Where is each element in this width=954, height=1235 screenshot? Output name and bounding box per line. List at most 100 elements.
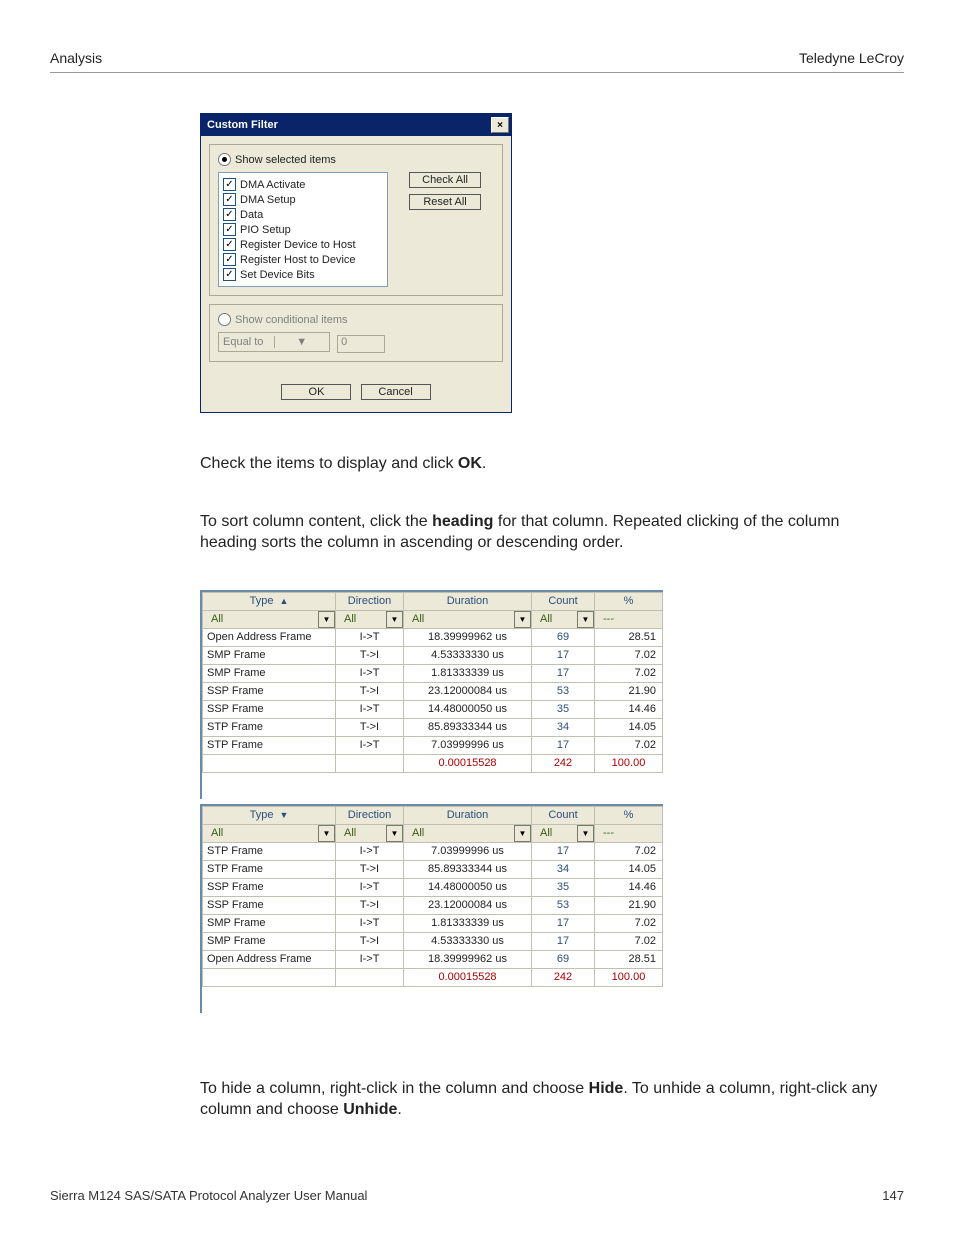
cell-duration: 4.53333330 us bbox=[404, 646, 532, 664]
cell-pct: 14.05 bbox=[595, 860, 663, 878]
table-row: STP FrameT->I85.89333344 us3414.05 bbox=[203, 860, 663, 878]
col-duration-header[interactable]: Duration bbox=[404, 806, 532, 824]
text: To sort column content, click the bbox=[200, 513, 432, 530]
cell-direction: T->I bbox=[336, 860, 404, 878]
total-count: 242 bbox=[532, 754, 595, 772]
chevron-down-icon: ▼ bbox=[514, 611, 531, 628]
chk-reg-dev-to-host[interactable]: ✓Register Device to Host bbox=[223, 237, 383, 252]
filter-pct: --- bbox=[595, 827, 662, 839]
cell-direction: I->T bbox=[336, 736, 404, 754]
total-pct: 100.00 bbox=[595, 754, 663, 772]
radio-show-conditional[interactable]: Show conditional items bbox=[218, 313, 494, 326]
chk-reg-host-to-dev[interactable]: ✓Register Host to Device bbox=[223, 252, 383, 267]
table-row: SMP FrameT->I4.53333330 us177.02 bbox=[203, 646, 663, 664]
filter-direction[interactable]: All▼ bbox=[336, 825, 403, 842]
filter-duration[interactable]: All▼ bbox=[404, 825, 531, 842]
cell-type: SMP Frame bbox=[203, 646, 336, 664]
table-row: STP FrameI->T7.03999996 us177.02 bbox=[203, 842, 663, 860]
cell-type: SSP Frame bbox=[203, 682, 336, 700]
sort-desc-icon: ▼ bbox=[273, 810, 288, 820]
cell-count: 35 bbox=[532, 700, 595, 718]
condition-operator-label: Equal to bbox=[219, 336, 274, 348]
cell-pct: 7.02 bbox=[595, 914, 663, 932]
cell-count: 35 bbox=[532, 878, 595, 896]
col-type-header[interactable]: Type▼ bbox=[203, 806, 336, 824]
chk-label: PIO Setup bbox=[240, 224, 291, 236]
cell-count: 17 bbox=[532, 646, 595, 664]
check-all-button[interactable]: Check All bbox=[409, 172, 481, 188]
grid-ascending: Type▲ Direction Duration Count % All▼ Al… bbox=[200, 590, 663, 799]
chk-pio-setup[interactable]: ✓PIO Setup bbox=[223, 222, 383, 237]
cell-duration: 85.89333344 us bbox=[404, 718, 532, 736]
text: Check the items to display and click bbox=[200, 455, 458, 472]
col-count-header[interactable]: Count bbox=[532, 806, 595, 824]
filter-type[interactable]: All▼ bbox=[203, 825, 335, 842]
chevron-down-icon: ▼ bbox=[318, 611, 335, 628]
grid-descending: Type▼ Direction Duration Count % All▼ Al… bbox=[200, 804, 663, 1013]
header-right: Teledyne LeCroy bbox=[799, 50, 904, 66]
filter-pct: --- bbox=[595, 613, 662, 625]
cell-pct: 28.51 bbox=[595, 628, 663, 646]
table-row: SMP FrameI->T1.81333339 us177.02 bbox=[203, 914, 663, 932]
cell-pct: 7.02 bbox=[595, 664, 663, 682]
chk-label: DMA Activate bbox=[240, 179, 305, 191]
chk-label: Register Device to Host bbox=[240, 239, 356, 251]
condition-operator-select: Equal to ▼ bbox=[218, 332, 330, 352]
cell-type: SMP Frame bbox=[203, 914, 336, 932]
chk-dma-activate[interactable]: ✓DMA Activate bbox=[223, 177, 383, 192]
sort-asc-icon: ▲ bbox=[273, 596, 288, 606]
col-count-header[interactable]: Count bbox=[532, 592, 595, 610]
cell-direction: I->T bbox=[336, 664, 404, 682]
cell-direction: T->I bbox=[336, 646, 404, 664]
cell-direction: T->I bbox=[336, 896, 404, 914]
filter-duration[interactable]: All▼ bbox=[404, 611, 531, 628]
col-direction-header[interactable]: Direction bbox=[336, 592, 404, 610]
condition-value-input: 0 bbox=[337, 335, 385, 353]
table-descending: Type▼ Direction Duration Count % All▼ Al… bbox=[202, 806, 663, 987]
filter-type[interactable]: All▼ bbox=[203, 611, 335, 628]
filter-direction[interactable]: All▼ bbox=[336, 611, 403, 628]
chk-label: Register Host to Device bbox=[240, 254, 356, 266]
cell-count: 17 bbox=[532, 736, 595, 754]
checkbox-icon: ✓ bbox=[223, 268, 236, 281]
chk-set-device-bits[interactable]: ✓Set Device Bits bbox=[223, 267, 383, 282]
radio-on-icon bbox=[218, 153, 231, 166]
cell-duration: 7.03999996 us bbox=[404, 842, 532, 860]
chevron-down-icon: ▼ bbox=[514, 825, 531, 842]
cell-direction: I->T bbox=[336, 700, 404, 718]
close-icon[interactable]: × bbox=[491, 117, 509, 133]
total-row: 0.00015528 242 100.00 bbox=[203, 968, 663, 986]
cell-type: SSP Frame bbox=[203, 896, 336, 914]
cell-duration: 85.89333344 us bbox=[404, 860, 532, 878]
cancel-button[interactable]: Cancel bbox=[361, 384, 431, 400]
cell-type: SMP Frame bbox=[203, 932, 336, 950]
filter-count[interactable]: All▼ bbox=[532, 611, 594, 628]
cell-duration: 18.39999962 us bbox=[404, 950, 532, 968]
col-duration-header[interactable]: Duration bbox=[404, 592, 532, 610]
text: . bbox=[397, 1101, 401, 1118]
filter-count[interactable]: All▼ bbox=[532, 825, 594, 842]
cell-type: STP Frame bbox=[203, 860, 336, 878]
radio-show-selected[interactable]: Show selected items bbox=[218, 153, 494, 166]
cell-direction: I->T bbox=[336, 914, 404, 932]
chk-dma-setup[interactable]: ✓DMA Setup bbox=[223, 192, 383, 207]
cell-duration: 23.12000084 us bbox=[404, 896, 532, 914]
cell-pct: 14.05 bbox=[595, 718, 663, 736]
cell-duration: 7.03999996 us bbox=[404, 736, 532, 754]
cell-type: Open Address Frame bbox=[203, 950, 336, 968]
text: . bbox=[482, 455, 486, 472]
chk-data[interactable]: ✓Data bbox=[223, 207, 383, 222]
col-pct-header[interactable]: % bbox=[595, 592, 663, 610]
radio-show-selected-label: Show selected items bbox=[235, 154, 336, 166]
col-type-header[interactable]: Type▲ bbox=[203, 592, 336, 610]
table-row: SSP FrameI->T14.48000050 us3514.46 bbox=[203, 878, 663, 896]
items-checklist[interactable]: ✓DMA Activate ✓DMA Setup ✓Data ✓PIO Setu… bbox=[218, 172, 388, 287]
cell-count: 17 bbox=[532, 842, 595, 860]
reset-all-button[interactable]: Reset All bbox=[409, 194, 481, 210]
col-direction-header[interactable]: Direction bbox=[336, 806, 404, 824]
chevron-down-icon: ▼ bbox=[577, 825, 594, 842]
col-pct-header[interactable]: % bbox=[595, 806, 663, 824]
text-bold: Hide bbox=[589, 1080, 624, 1097]
ok-button[interactable]: OK bbox=[281, 384, 351, 400]
chevron-down-icon: ▼ bbox=[386, 611, 403, 628]
